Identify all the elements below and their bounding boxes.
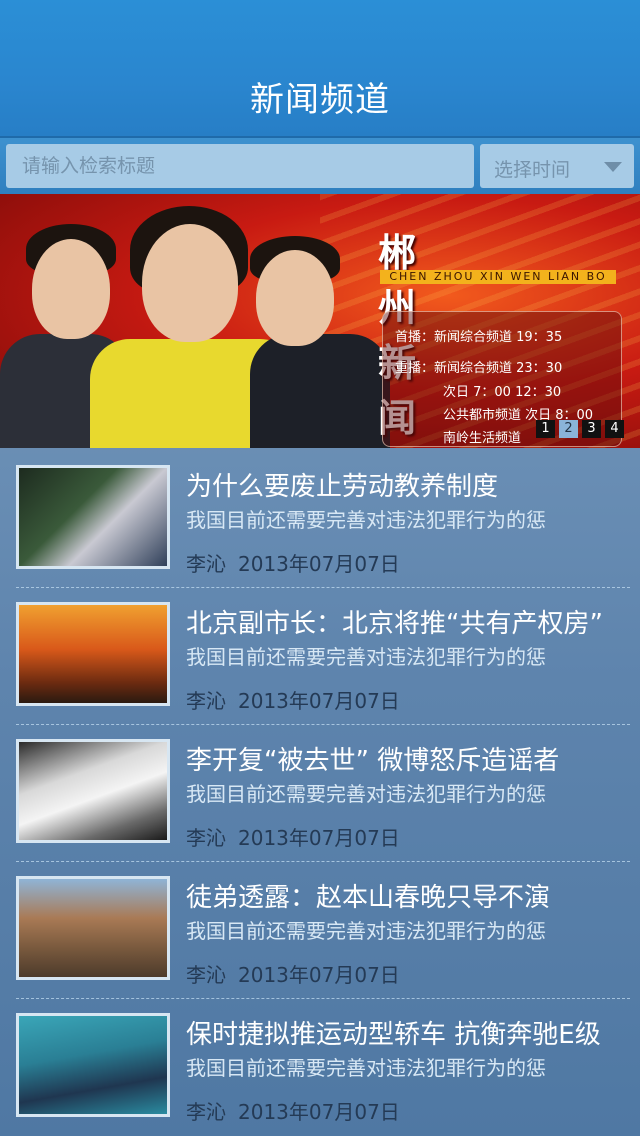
news-title: 徒弟透露：赵本山春晚只导不演 <box>186 883 551 913</box>
news-author: 李沁 <box>186 963 226 987</box>
list-item[interactable]: 李开复“被去世” 微博怒斥造谣者 我国目前还需要完善对违法犯罪行为的惩 李沁 2… <box>0 722 640 859</box>
news-description: 我国目前还需要完善对违法犯罪行为的惩 <box>186 645 546 669</box>
banner-logo-pinyin: CHEN ZHOU XIN WEN LIAN BO <box>380 270 616 284</box>
list-item[interactable]: 徒弟透露：赵本山春晚只导不演 我国目前还需要完善对违法犯罪行为的惩 李沁 201… <box>0 859 640 996</box>
news-date: 2013年07月07日 <box>238 963 400 987</box>
news-date: 2013年07月07日 <box>238 1100 400 1124</box>
page-title: 新闻频道 <box>250 80 390 120</box>
news-description: 我国目前还需要完善对违法犯罪行为的惩 <box>186 919 546 943</box>
list-item[interactable]: 保时捷拟推运动型轿车 抗衡奔驰E级 我国目前还需要完善对违法犯罪行为的惩 李沁 … <box>0 996 640 1133</box>
app-header: 新闻频道 <box>0 0 640 138</box>
news-description: 我国目前还需要完善对违法犯罪行为的惩 <box>186 782 546 806</box>
schedule-line: 重播：新闻综合频道 23：30 <box>395 361 563 376</box>
news-date: 2013年07月07日 <box>238 689 400 713</box>
news-title: 北京副市长：北京将推“共有产权房” <box>186 609 603 639</box>
news-title: 为什么要废止劳动教养制度 <box>186 472 499 502</box>
pager-dot-1[interactable]: 1 <box>536 420 555 438</box>
news-list: 为什么要废止劳动教养制度 我国目前还需要完善对违法犯罪行为的惩 李沁 2013年… <box>0 448 640 1136</box>
time-select-label: 选择时间 <box>494 159 571 181</box>
anchor-right-image <box>240 194 390 448</box>
list-item[interactable]: 为什么要废止劳动教养制度 我国目前还需要完善对违法犯罪行为的惩 李沁 2013年… <box>0 448 640 585</box>
list-item[interactable]: 北京副市长：北京将推“共有产权房” 我国目前还需要完善对违法犯罪行为的惩 李沁 … <box>0 585 640 722</box>
schedule-line: 首播：新闻综合频道 19：35 <box>395 330 563 345</box>
news-thumbnail <box>16 739 170 843</box>
chevron-down-icon <box>604 162 622 172</box>
news-description: 我国目前还需要完善对违法犯罪行为的惩 <box>186 508 546 532</box>
news-title: 李开复“被去世” 微博怒斥造谣者 <box>186 746 560 776</box>
news-title: 保时捷拟推运动型轿车 抗衡奔驰E级 <box>186 1020 601 1050</box>
pager-dot-2[interactable]: 2 <box>559 420 578 438</box>
news-author: 李沁 <box>186 552 226 576</box>
search-input[interactable] <box>6 144 474 188</box>
news-author: 李沁 <box>186 826 226 850</box>
search-bar: 选择时间 <box>0 138 640 194</box>
time-select[interactable]: 选择时间 <box>480 144 634 188</box>
news-thumbnail <box>16 1013 170 1117</box>
news-author: 李沁 <box>186 1100 226 1124</box>
pager-dot-3[interactable]: 3 <box>582 420 601 438</box>
news-author: 李沁 <box>186 689 226 713</box>
schedule-line: 次日 7：00 12：30 <box>443 385 562 400</box>
news-thumbnail <box>16 465 170 569</box>
news-date: 2013年07月07日 <box>238 826 400 850</box>
pager-dot-4[interactable]: 4 <box>605 420 624 438</box>
news-thumbnail <box>16 602 170 706</box>
news-description: 我国目前还需要完善对违法犯罪行为的惩 <box>186 1056 546 1080</box>
news-banner[interactable]: 郴州新闻联播 CHEN ZHOU XIN WEN LIAN BO 首播：新闻综合… <box>0 194 640 448</box>
schedule-line: 南岭生活频道 <box>443 431 522 446</box>
news-date: 2013年07月07日 <box>238 552 400 576</box>
news-thumbnail <box>16 876 170 980</box>
